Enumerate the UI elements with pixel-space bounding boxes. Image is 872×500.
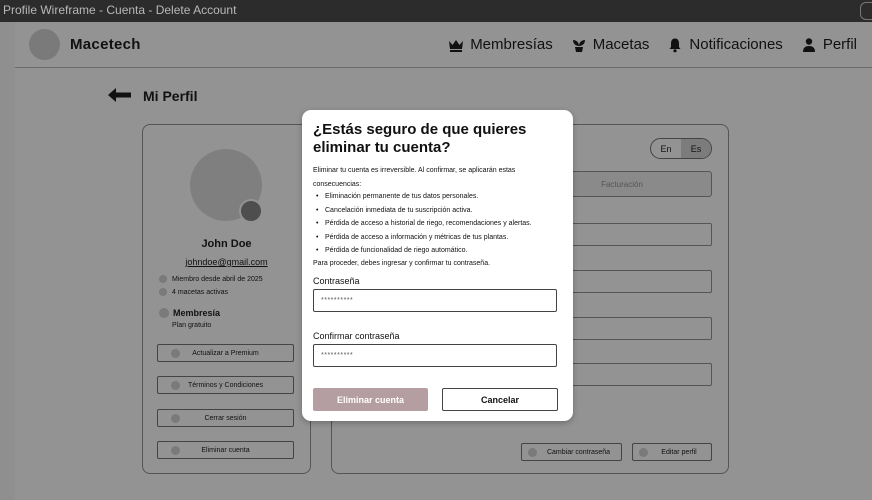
nav-item-macetas[interactable]: Macetas [571,36,650,53]
edit-profile-button[interactable]: Editar perfil [632,443,712,461]
top-navbar: Macetech Membresías Macetas Notificacion… [15,22,872,68]
member-since-text: Miembro desde abril de 2025 [172,275,263,283]
window-corner [860,2,872,20]
button-label: Cerrar sesión [204,414,247,422]
confirm-password-input[interactable] [313,344,557,367]
logout-icon [171,414,180,423]
lang-en-option[interactable]: En [651,139,681,158]
list-item: Pérdida de funcionalidad de riego automá… [316,244,532,258]
password-label: Contraseña [313,276,360,286]
password-input[interactable] [313,289,557,312]
settings-field[interactable] [562,270,712,293]
button-label: Actualizar a Premium [192,349,259,357]
button-label: Términos y Condiciones [187,381,264,389]
nav-item-membresias[interactable]: Membresías [448,36,553,53]
upgrade-premium-button[interactable]: Actualizar a Premium [157,344,294,362]
user-email[interactable]: johndoe@gmail.com [143,257,310,267]
modal-title: ¿Estás seguro de que quieres eliminar tu… [313,121,527,156]
nav-label: Membresías [470,36,553,53]
consequences-list: Eliminación permanente de tus datos pers… [316,190,532,258]
window-title: Profile Wireframe - Cuenta - Delete Acco… [3,3,237,17]
member-since: Miembro desde abril de 2025 [159,275,263,283]
modal-intro: Eliminar tu cuenta es irreversible. Al c… [313,167,516,188]
membership-icon [159,308,169,318]
crown-icon [449,39,464,52]
settings-field[interactable] [562,363,712,386]
pot-icon [159,288,167,296]
back-arrow-icon[interactable] [107,86,133,104]
membership-plan: Plan gratuito [172,322,212,329]
membership-label: Membresía [159,308,220,318]
language-toggle[interactable]: En Es [650,138,712,159]
membership-label-text: Membresía [173,308,221,318]
trash-icon [171,446,180,455]
list-item: Pérdida de acceso a historial de riego, … [316,217,532,231]
confirm-delete-button[interactable]: Eliminar cuenta [313,388,428,411]
nav-label: Perfil [822,36,857,53]
nav-label: Macetas [592,36,650,53]
user-name: John Doe [201,238,252,250]
lock-icon [528,448,537,457]
list-item: Cancelación inmediata de tu suscripción … [316,204,532,218]
confirm-password-label: Confirmar contraseña [313,331,400,341]
star-icon [171,349,180,358]
bell-icon [669,38,681,52]
list-item: Eliminación permanente de tus datos pers… [316,190,532,204]
settings-field[interactable] [562,317,712,340]
lang-es-option[interactable]: Es [681,139,711,158]
terms-button[interactable]: Términos y Condiciones [157,376,294,394]
brand-name[interactable]: Macetech [70,36,141,53]
nav-item-notificaciones[interactable]: Notificaciones [667,36,783,53]
profile-card: John Doe johndoe@gmail.com Miembro desde… [142,124,311,474]
delete-account-button[interactable]: Eliminar cuenta [157,441,294,459]
edit-icon [639,448,648,457]
plant-icon [572,39,585,52]
list-item: Pérdida de acceso a información y métric… [316,231,532,245]
active-pots: 4 macetas activas [159,288,228,296]
button-label: Cambiar contraseña [546,448,611,456]
nav-label: Notificaciones [689,36,783,53]
page-title: Mi Perfil [143,88,198,104]
button-label: Eliminar cuenta [201,446,250,454]
active-pots-text: 4 macetas activas [172,288,229,296]
modal-note: Para proceder, debes ingresar y confirma… [313,260,491,267]
change-password-button[interactable]: Cambiar contraseña [521,443,622,461]
document-icon [171,381,180,390]
delete-account-modal: ¿Estás seguro de que quieres eliminar tu… [302,110,573,421]
main-nav: Membresías Macetas Notificaciones Perfil [448,36,857,53]
window-titlebar: Profile Wireframe - Cuenta - Delete Acco… [0,0,872,22]
nav-item-perfil[interactable]: Perfil [801,36,857,53]
cancel-button[interactable]: Cancelar [442,388,558,411]
logo-icon[interactable] [29,29,60,60]
user-icon [802,37,815,52]
settings-field[interactable] [562,223,712,246]
logout-button[interactable]: Cerrar sesión [157,409,294,427]
button-label: Editar perfil [661,448,697,456]
avatar-edit-badge[interactable] [239,199,263,223]
calendar-icon [159,275,167,283]
